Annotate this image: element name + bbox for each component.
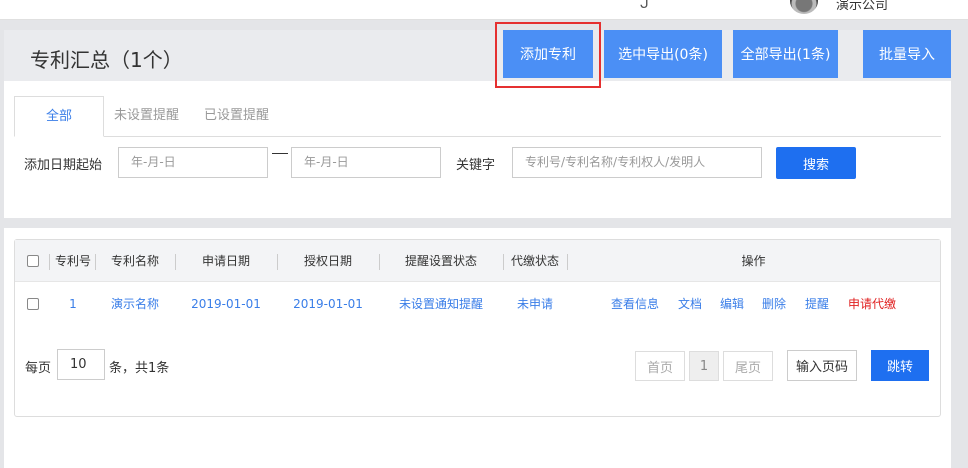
apply-payment-link[interactable]: 申请代缴 <box>848 282 896 326</box>
col-number[interactable]: 专利号 <box>51 240 95 282</box>
jump-button[interactable]: 跳转 <box>871 350 929 381</box>
per-page-input[interactable]: 10 <box>57 349 105 380</box>
table-panel: 专利号 专利名称 申请日期 授权日期 提醒设置状态 代缴状态 操作 1 演示名称… <box>4 228 951 468</box>
row-checkbox[interactable] <box>27 298 39 310</box>
document-link[interactable]: 文档 <box>678 282 702 326</box>
delete-link[interactable]: 删除 <box>762 282 786 326</box>
cell-payment-status[interactable]: 未申请 <box>503 282 567 326</box>
export-selected-button[interactable]: 选中导出(0条) <box>604 30 722 78</box>
tab-no-reminder[interactable]: 未设置提醒 <box>114 96 179 137</box>
edit-link[interactable]: 编辑 <box>720 282 744 326</box>
first-page-button[interactable]: 首页 <box>635 351 685 381</box>
tab-all[interactable]: 全部 <box>14 96 104 137</box>
col-apply-date[interactable]: 申请日期 <box>175 240 277 282</box>
user-avatar[interactable] <box>790 0 818 14</box>
batch-import-button[interactable]: 批量导入 <box>863 30 951 78</box>
select-all-checkbox[interactable] <box>27 255 39 267</box>
goto-page-input[interactable]: 输入页码 <box>787 350 857 381</box>
remind-link[interactable]: 提醒 <box>805 282 829 326</box>
view-info-link[interactable]: 查看信息 <box>611 282 659 326</box>
column-separator <box>49 254 50 270</box>
cell-number[interactable]: 1 <box>51 282 95 326</box>
keyword-input[interactable]: 专利号/专利名称/专利权人/发明人 <box>512 147 762 178</box>
top-bar: ᒍ 演示公司 <box>0 0 968 20</box>
add-patent-button[interactable]: 添加专利 <box>503 30 593 78</box>
cell-apply-date[interactable]: 2019-01-01 <box>175 282 277 326</box>
col-reminder-status[interactable]: 提醒设置状态 <box>379 240 503 282</box>
filter-tabs: 全部 未设置提醒 已设置提醒 <box>14 96 941 137</box>
per-page-label: 每页 <box>25 361 52 376</box>
col-payment-status[interactable]: 代缴状态 <box>503 240 567 282</box>
date-range-dash <box>272 153 288 154</box>
tab-with-reminder[interactable]: 已设置提醒 <box>204 96 269 137</box>
export-all-button[interactable]: 全部导出(1条) <box>733 30 838 78</box>
cell-reminder-status[interactable]: 未设置通知提醒 <box>379 282 503 326</box>
keyword-label: 关键字 <box>456 158 496 173</box>
last-page-button[interactable]: 尾页 <box>723 351 773 381</box>
summary-panel: 专利汇总（1个） 添加专利 选中导出(0条) 全部导出(1条) 批量导入 全部 … <box>4 22 951 218</box>
company-name[interactable]: 演示公司 <box>836 0 888 12</box>
date-start-label: 添加日期起始 <box>24 158 103 173</box>
patent-table: 专利号 专利名称 申请日期 授权日期 提醒设置状态 代缴状态 操作 1 演示名称… <box>14 239 941 417</box>
date-to-input[interactable]: 年-月-日 <box>291 147 441 178</box>
cell-name[interactable]: 演示名称 <box>95 282 175 326</box>
table-header: 专利号 专利名称 申请日期 授权日期 提醒设置状态 代缴状态 操作 <box>15 240 940 282</box>
col-grant-date[interactable]: 授权日期 <box>277 240 379 282</box>
col-name[interactable]: 专利名称 <box>95 240 175 282</box>
search-button[interactable]: 搜索 <box>776 147 856 179</box>
total-count-label: 条，共1条 <box>109 361 170 376</box>
notification-icon[interactable]: ᒍ <box>640 0 649 12</box>
date-from-input[interactable]: 年-月-日 <box>118 147 268 178</box>
page-title: 专利汇总（1个） <box>30 48 183 72</box>
col-actions: 操作 <box>741 254 766 268</box>
cell-grant-date[interactable]: 2019-01-01 <box>277 282 379 326</box>
current-page-button[interactable]: 1 <box>689 351 719 381</box>
